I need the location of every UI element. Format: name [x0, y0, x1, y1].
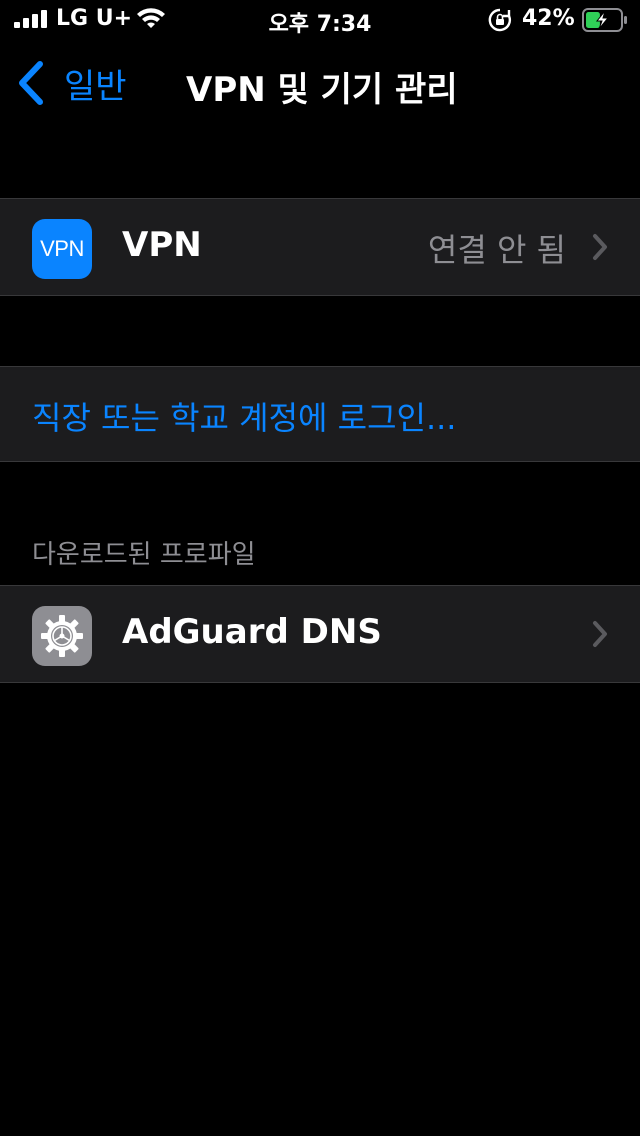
back-button-label: 일반: [64, 66, 127, 107]
profiles-group: AdGuard DNS: [0, 585, 640, 683]
gear-icon: [41, 615, 83, 657]
vpn-icon: VPN: [32, 219, 92, 279]
sign-in-account-label: 직장 또는 학교 계정에 로그인...: [32, 399, 457, 437]
page-title: VPN 및 기기 관리: [186, 70, 458, 110]
orientation-lock-icon: [488, 8, 511, 32]
profile-name: AdGuard DNS: [122, 612, 382, 652]
vpn-status-value: 연결 안 됨: [427, 231, 566, 269]
vpn-row[interactable]: VPN VPN 연결 안 됨: [0, 199, 640, 295]
navigation-bar: 일반 VPN 및 기기 관리: [0, 44, 640, 122]
chevron-right-icon: [593, 621, 607, 647]
chevron-right-icon: [593, 234, 607, 260]
vpn-icon-label: VPN: [40, 236, 84, 261]
status-bar: LG U+ 오후 7:34 42%: [0, 0, 640, 40]
vpn-group: VPN VPN 연결 안 됨: [0, 198, 640, 296]
profile-row-adguard-dns[interactable]: AdGuard DNS: [0, 586, 640, 682]
chevron-left-icon: [19, 61, 43, 105]
downloaded-profiles-header: 다운로드된 프로파일: [32, 540, 256, 570]
vpn-row-label: VPN: [122, 225, 202, 265]
battery-percentage: 42%: [522, 6, 575, 31]
back-button[interactable]: 일반: [16, 58, 127, 108]
sign-in-work-school-account-button[interactable]: 직장 또는 학교 계정에 로그인...: [0, 367, 640, 461]
account-group: 직장 또는 학교 계정에 로그인...: [0, 366, 640, 462]
settings-gear-icon: [32, 606, 92, 666]
battery-charging-icon: [582, 8, 627, 32]
